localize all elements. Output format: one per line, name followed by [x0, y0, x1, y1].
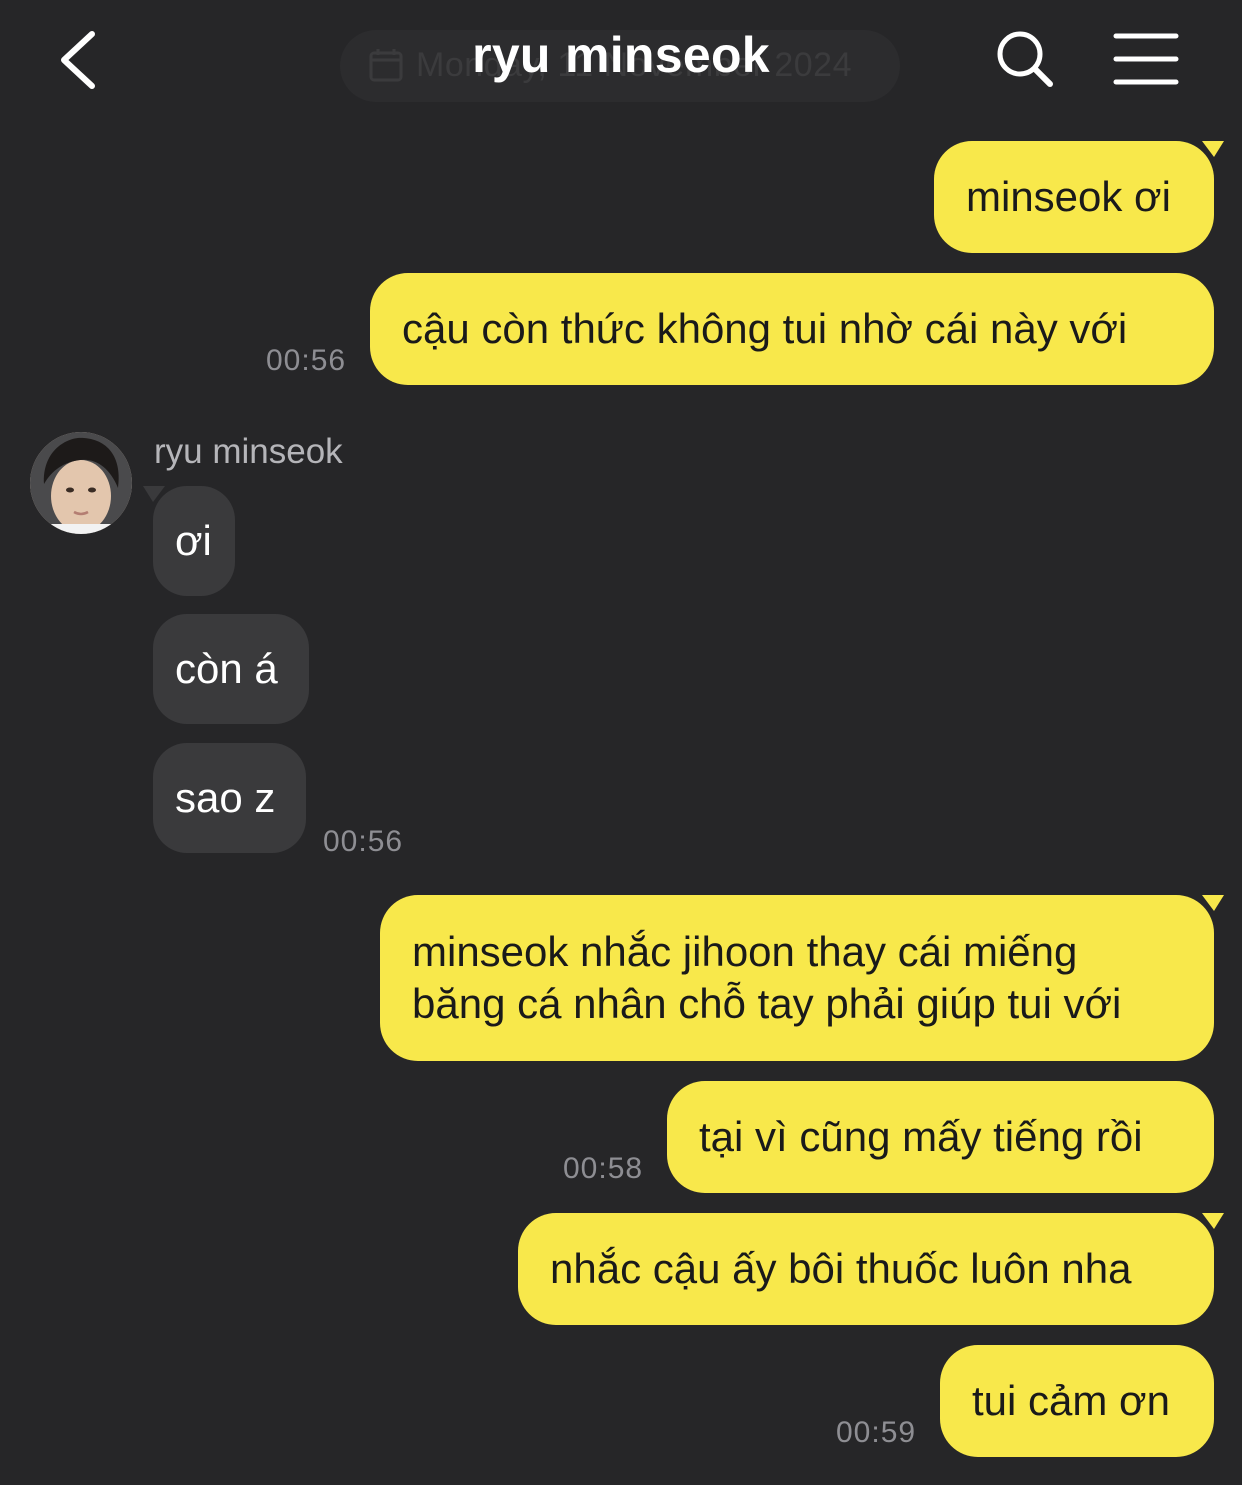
- message-timestamp: 00:59: [836, 1416, 917, 1449]
- bubble-tail: [1202, 141, 1224, 157]
- message-timestamp: 00:56: [323, 825, 404, 858]
- outgoing-message-bubble[interactable]: cậu còn thức không tui nhờ cái này với: [370, 273, 1214, 385]
- message-text: tui cảm ơn: [972, 1377, 1170, 1424]
- message-text: cậu còn thức không tui nhờ cái này với: [402, 305, 1128, 352]
- bubble-tail: [1202, 895, 1224, 911]
- sender-name: ryu minseok: [154, 432, 343, 471]
- bubble-tail: [143, 486, 165, 502]
- profile-photo-icon: [30, 432, 132, 534]
- message-text: minseok nhắc jihoon thay cái miếng băng …: [412, 928, 1122, 1027]
- message-text: nhắc cậu ấy bôi thuốc luôn nha: [550, 1245, 1132, 1292]
- bubble-tail: [1202, 1213, 1224, 1229]
- search-button[interactable]: [990, 24, 1062, 96]
- message-text: còn á: [175, 645, 278, 692]
- message-text: sao z: [175, 774, 276, 821]
- incoming-message-bubble[interactable]: ơi: [143, 486, 235, 596]
- menu-button[interactable]: [1108, 24, 1184, 96]
- incoming-message-bubble[interactable]: còn á: [153, 614, 309, 724]
- outgoing-message-bubble[interactable]: tại vì cũng mấy tiếng rồi: [667, 1081, 1214, 1193]
- outgoing-message-bubble[interactable]: tui cảm ơn: [940, 1345, 1214, 1457]
- message-timestamp: 00:56: [266, 344, 347, 377]
- message-text: minseok ơi: [966, 173, 1171, 220]
- message-text: tại vì cũng mấy tiếng rồi: [699, 1113, 1143, 1160]
- outgoing-message-bubble[interactable]: minseok ơi: [934, 141, 1224, 253]
- outgoing-message-bubble[interactable]: nhắc cậu ấy bôi thuốc luôn nha: [518, 1213, 1224, 1325]
- outgoing-message-bubble[interactable]: minseok nhắc jihoon thay cái miếng băng …: [380, 895, 1224, 1061]
- message-timestamp: 00:58: [563, 1152, 644, 1185]
- contact-avatar[interactable]: [30, 432, 132, 534]
- message-text: ơi: [175, 517, 212, 564]
- chat-header: Monday, 11 November 2024 ryu minseok: [0, 0, 1242, 120]
- hamburger-menu-icon: [1113, 33, 1179, 85]
- incoming-message-bubble[interactable]: sao z: [153, 743, 306, 853]
- search-icon: [997, 31, 1053, 87]
